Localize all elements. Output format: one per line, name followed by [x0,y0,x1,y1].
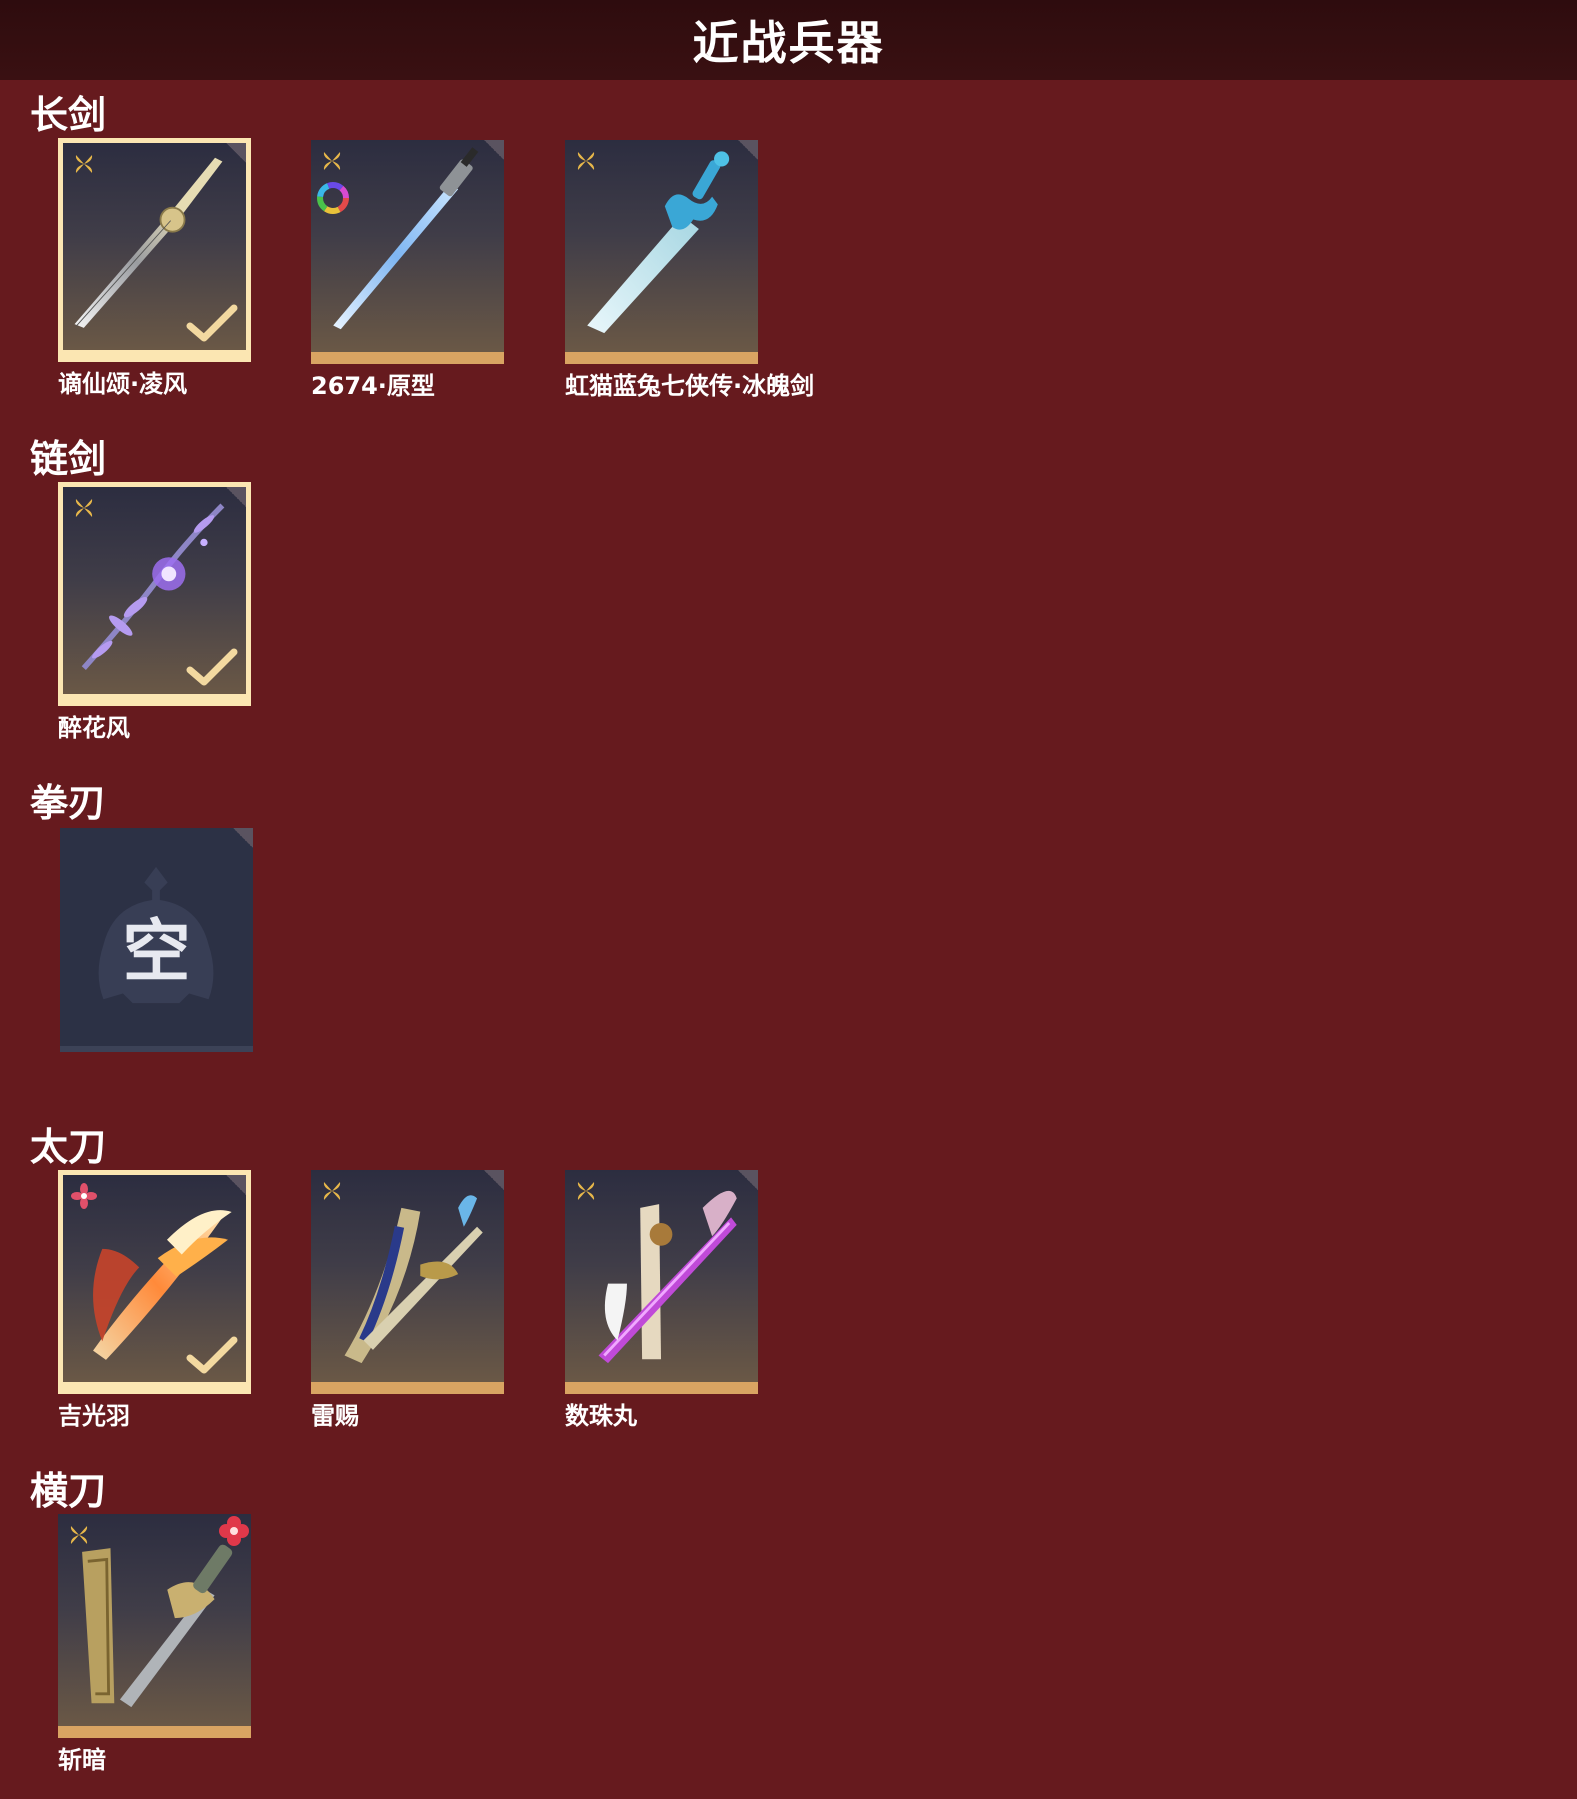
card-frame [58,1514,251,1738]
weapon-card-3-2[interactable]: 数珠丸 [565,1170,758,1430]
card-frame [58,482,251,706]
section-title-hengdao: 横刀 [30,1469,107,1513]
corner-tab-icon [738,1170,758,1190]
header-bar: 近战兵器 [0,0,1577,80]
weapon-card-0-1[interactable]: 2674·原型 [311,140,504,400]
section-title-tachi: 太刀 [30,1125,107,1169]
section-title-longsword: 长剑 [30,93,107,137]
weapon-name: 吉光羽 [58,1402,130,1430]
weapon-card-0-2[interactable]: 虹猫蓝兔七侠传·冰魄剑 [565,140,814,400]
checkmark-icon [186,1336,238,1374]
section-title-chainsword: 链剑 [30,437,107,481]
red-flower-icon [71,1183,97,1209]
empty-label: 空 [122,913,191,992]
checkmark-icon [186,304,238,342]
gold-flower-icon [577,152,595,170]
page-title: 近战兵器 [692,16,885,70]
card-frame [311,140,504,364]
weapon-card-3-1[interactable]: 雷赐 [311,1170,504,1430]
corner-tab-icon [226,143,246,163]
red-clover-badge-icon [219,1516,249,1546]
gold-flower-icon [75,155,93,173]
weapon-name: 虹猫蓝兔七侠传·冰魄剑 [565,372,815,400]
gold-flower-icon [75,499,93,517]
card-frame [311,1170,504,1394]
corner-tab-icon [226,1175,246,1195]
gold-flower-icon [70,1526,88,1544]
weapon-name: 数珠丸 [565,1402,637,1430]
section-title-fistblade: 拳刃 [30,781,107,825]
gold-flower-icon [323,1182,341,1200]
corner-tab-icon [233,828,253,848]
corner-tab-icon [226,487,246,507]
corner-tab-icon [484,140,504,160]
color-wheel-icon [317,182,349,214]
checkmark-icon [186,648,238,686]
card-frame [58,1170,251,1394]
weapon-card-0-0[interactable]: 谪仙颂·凌风 [58,138,251,398]
weapon-card-empty[interactable]: 空 [60,828,253,1052]
weapon-name: 谪仙颂·凌风 [58,370,188,398]
card-frame [565,1170,758,1394]
gold-flower-icon [323,152,341,170]
corner-tab-icon [738,140,758,160]
weapon-name: 醉花风 [58,714,130,742]
weapon-card-4-0[interactable]: 斩暗 [58,1514,251,1774]
card-frame: 空 [60,828,253,1052]
weapon-name: 雷赐 [311,1402,359,1430]
gold-flower-icon [577,1182,595,1200]
card-frame [565,140,758,364]
card-frame [58,138,251,362]
weapon-card-3-0[interactable]: 吉光羽 [58,1170,251,1430]
weapon-card-1-0[interactable]: 醉花风 [58,482,251,742]
weapon-name: 2674·原型 [311,372,435,400]
weapon-name: 斩暗 [58,1746,106,1774]
corner-tab-icon [484,1170,504,1190]
